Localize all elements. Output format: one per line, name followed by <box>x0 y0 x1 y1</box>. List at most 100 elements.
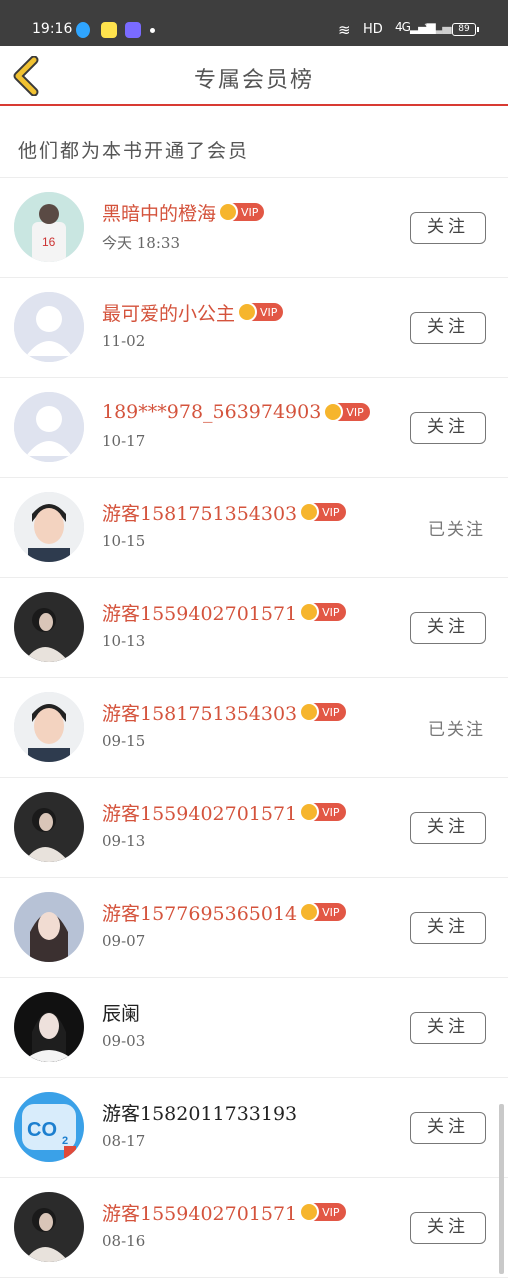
vip-badge: VIP <box>299 702 346 722</box>
member-date: 09-13 <box>102 832 146 850</box>
battery-icon: 89 <box>452 23 479 36</box>
list-subheader: 他们都为本书开通了会员 <box>0 108 508 178</box>
member-name-line: 辰阑 <box>102 998 140 1026</box>
member-date: 09-07 <box>102 932 146 950</box>
nav-bar: 专属会员榜 <box>0 46 508 106</box>
follow-button[interactable]: 关注 <box>410 912 486 944</box>
scrollbar[interactable] <box>499 1104 504 1274</box>
member-row[interactable]: 游客1559402701571 VIP 09-13 关注 <box>0 778 508 878</box>
vip-label: VIP <box>322 605 340 619</box>
member-row[interactable]: 辰阑 09-03 关注 <box>0 978 508 1078</box>
vip-badge: VIP <box>237 302 284 322</box>
crown-icon <box>299 802 320 822</box>
member-name-line: 游客1559402701571 VIP <box>102 598 346 626</box>
member-name[interactable]: 游客1577695365014 <box>102 899 297 926</box>
member-name[interactable]: 189***978_563974903 <box>102 401 321 423</box>
member-name[interactable]: 游客1581751354303 <box>102 499 297 526</box>
avatar[interactable] <box>14 392 84 462</box>
member-date: 08-16 <box>102 1232 146 1250</box>
follow-button[interactable]: 关注 <box>410 212 486 244</box>
vip-badge: VIP <box>218 202 265 222</box>
follow-button[interactable]: 关注 <box>410 1112 486 1144</box>
member-name-line: 最可爱的小公主 VIP <box>102 298 284 326</box>
vip-badge: VIP <box>299 1202 346 1222</box>
followed-label: 已关注 <box>428 720 485 740</box>
member-date: 09-03 <box>102 1032 146 1050</box>
notification-app-icon <box>125 22 141 38</box>
avatar[interactable] <box>14 892 84 962</box>
page-title: 专属会员榜 <box>193 68 314 93</box>
member-row[interactable]: 游客1559402701571 VIP 10-13 关注 <box>0 578 508 678</box>
vip-badge: VIP <box>299 502 346 522</box>
member-row[interactable]: 16 黑暗中的橙海 VIP 今天 18:33 关注 <box>0 178 508 278</box>
follow-button[interactable]: 关注 <box>410 612 486 644</box>
member-name-line: 游客1577695365014 VIP <box>102 898 346 926</box>
wifi-icon: ≋ <box>338 21 351 39</box>
member-name[interactable]: 游客1559402701571 <box>102 1199 297 1226</box>
member-date: 09-15 <box>102 732 146 750</box>
member-name[interactable]: 辰阑 <box>102 999 140 1026</box>
avatar[interactable] <box>14 692 84 762</box>
member-list: 16 黑暗中的橙海 VIP 今天 18:33 关注 最可爱的小公主 VIP 11-02 关注 18… <box>0 178 508 1278</box>
vip-label: VIP <box>322 505 340 519</box>
vip-badge: VIP <box>299 902 346 922</box>
follow-button[interactable]: 关注 <box>410 1012 486 1044</box>
follow-button[interactable]: 关注 <box>410 412 486 444</box>
avatar[interactable] <box>14 992 84 1062</box>
member-name-line: 游客1581751354303 VIP <box>102 698 346 726</box>
follow-button[interactable]: 关注 <box>410 812 486 844</box>
avatar[interactable] <box>14 492 84 562</box>
crown-icon <box>323 402 344 422</box>
followed-label: 已关注 <box>428 520 485 540</box>
avatar[interactable] <box>14 792 84 862</box>
member-row[interactable]: CO 2 游客1582011733193 08-17 关注 <box>0 1078 508 1178</box>
member-row[interactable]: 游客1559402701571 VIP 08-16 关注 <box>0 1178 508 1278</box>
member-date: 08-17 <box>102 1132 146 1150</box>
member-row[interactable]: 游客1581751354303 VIP 09-15 已关注 <box>0 678 508 778</box>
member-row[interactable]: 游客1577695365014 VIP 09-07 关注 <box>0 878 508 978</box>
vip-label: VIP <box>322 905 340 919</box>
member-row[interactable]: 最可爱的小公主 VIP 11-02 关注 <box>0 278 508 378</box>
status-time: 19:16 <box>32 21 73 37</box>
avatar[interactable] <box>14 1192 84 1262</box>
crown-icon <box>299 702 320 722</box>
subheader-text: 他们都为本书开通了会员 <box>18 140 250 162</box>
avatar[interactable] <box>14 292 84 362</box>
vip-label: VIP <box>260 305 278 319</box>
member-name[interactable]: 最可爱的小公主 <box>102 299 235 326</box>
avatar[interactable] <box>14 592 84 662</box>
follow-button[interactable]: 关注 <box>410 1212 486 1244</box>
svg-text:CO: CO <box>27 1119 57 1141</box>
member-name-line: 189***978_563974903 VIP <box>102 398 370 426</box>
crown-icon <box>299 1202 320 1222</box>
member-row[interactable]: 游客1581751354303 VIP 10-15 已关注 <box>0 478 508 578</box>
hd-indicator: HD <box>363 22 383 37</box>
signal-icon: ×▂▄ <box>423 20 452 34</box>
member-name[interactable]: 游客1559402701571 <box>102 799 297 826</box>
member-name[interactable]: 游客1581751354303 <box>102 699 297 726</box>
member-name[interactable]: 游客1582011733193 <box>102 1099 297 1126</box>
avatar[interactable]: CO 2 <box>14 1092 84 1162</box>
member-date: 今天 18:33 <box>102 234 180 252</box>
vip-badge: VIP <box>323 402 370 422</box>
vip-label: VIP <box>322 1205 340 1219</box>
member-row[interactable]: 189***978_563974903 VIP 10-17 关注 <box>0 378 508 478</box>
crown-icon <box>299 602 320 622</box>
member-name-line: 游客1559402701571 VIP <box>102 1198 346 1226</box>
member-name-line: 游客1559402701571 VIP <box>102 798 346 826</box>
member-name-line: 黑暗中的橙海 VIP <box>102 198 265 226</box>
member-date: 11-02 <box>102 332 146 350</box>
crown-icon <box>218 202 239 222</box>
vip-label: VIP <box>322 805 340 819</box>
crown-icon <box>237 302 258 322</box>
member-date: 10-17 <box>102 432 146 450</box>
avatar[interactable]: 16 <box>14 192 84 262</box>
crown-icon <box>299 502 320 522</box>
member-name[interactable]: 黑暗中的橙海 <box>102 199 216 226</box>
member-name[interactable]: 游客1559402701571 <box>102 599 297 626</box>
vip-label: VIP <box>322 705 340 719</box>
follow-button[interactable]: 关注 <box>410 312 486 344</box>
vip-badge: VIP <box>299 602 346 622</box>
notification-app-icon <box>101 22 117 38</box>
qq-icon <box>76 22 90 38</box>
